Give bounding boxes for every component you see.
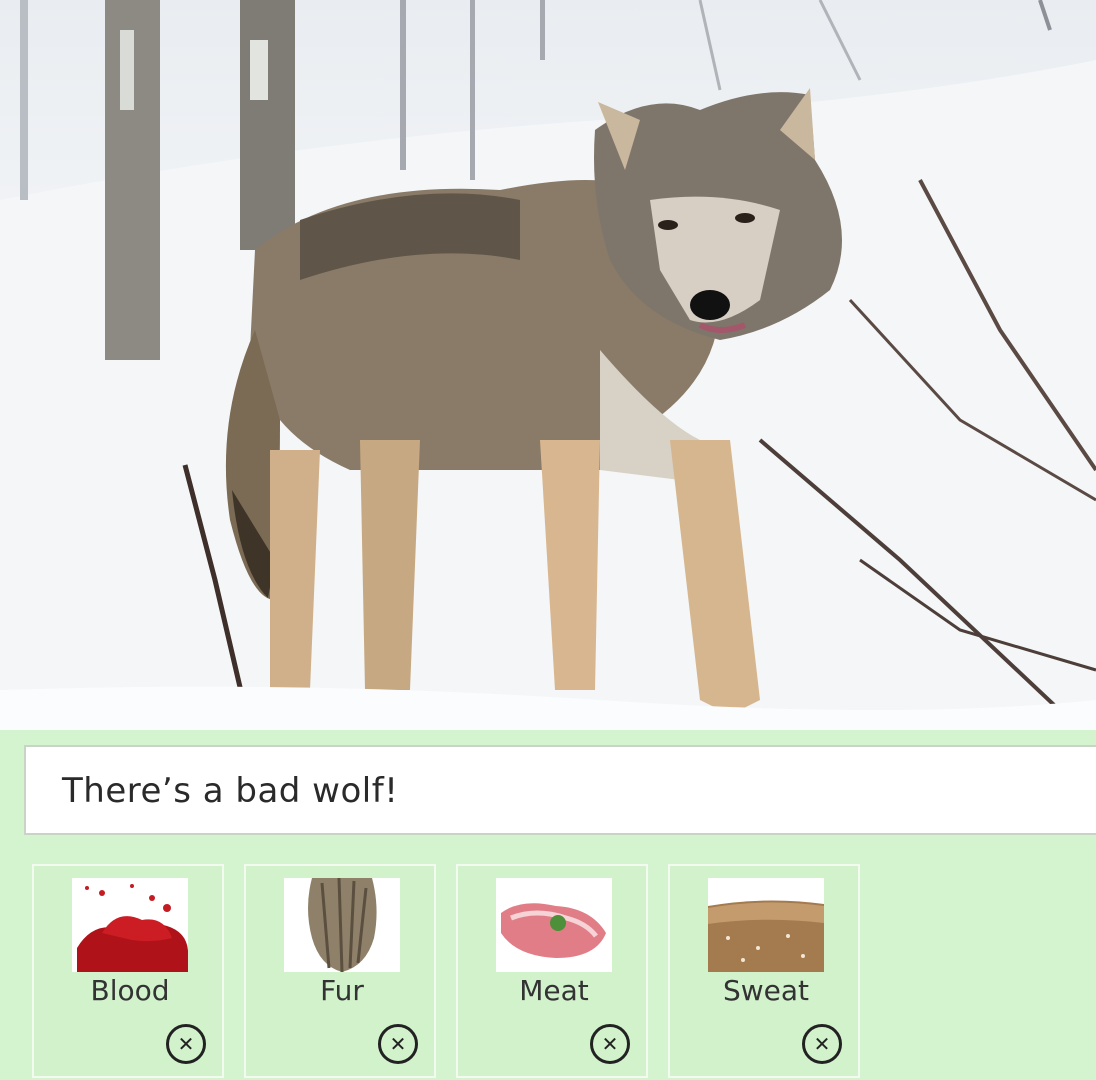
sweat-thumbnail	[708, 878, 824, 972]
close-circle-icon[interactable]: ✕	[802, 1024, 842, 1064]
tag-label: Meat	[519, 974, 589, 1007]
blood-thumbnail	[72, 878, 188, 972]
caption-text: There’s a bad wolf!	[62, 771, 399, 811]
tag-label: Fur	[320, 974, 364, 1007]
tag-label: Sweat	[722, 974, 810, 1007]
tag-sweat[interactable]: Sweat ✕	[668, 864, 860, 1078]
tag-fur[interactable]: Fur ✕	[244, 864, 436, 1078]
wolf-illustration	[0, 0, 1096, 730]
close-circle-icon[interactable]: ✕	[378, 1024, 418, 1064]
caption-field[interactable]: There’s a bad wolf!	[24, 745, 1096, 835]
meat-thumbnail	[496, 878, 612, 972]
wolf-photo	[0, 0, 1096, 730]
close-circle-icon[interactable]: ✕	[166, 1024, 206, 1064]
close-circle-icon[interactable]: ✕	[590, 1024, 630, 1064]
fur-thumbnail	[284, 878, 400, 972]
tag-blood[interactable]: Blood ✕	[32, 864, 224, 1078]
tag-label: Blood	[90, 974, 170, 1007]
tag-meat[interactable]: Meat ✕	[456, 864, 648, 1078]
